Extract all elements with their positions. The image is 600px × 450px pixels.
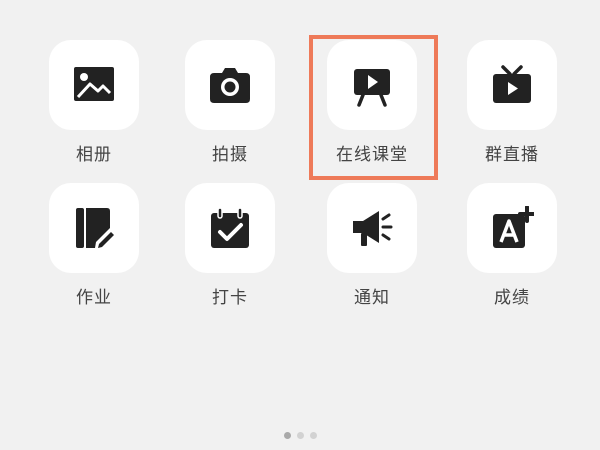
app-label: 群直播 (485, 145, 539, 165)
album-tile[interactable] (49, 40, 139, 130)
app-grid: 相册 拍摄 在线课堂 群直播 作业 打卡 通知 成绩 (0, 0, 600, 420)
app-item-online-classroom[interactable]: 在线课堂 (312, 40, 432, 180)
app-label: 打卡 (212, 288, 248, 308)
page-dot-active[interactable] (283, 432, 291, 439)
app-label: 成绩 (494, 288, 530, 308)
page-dot[interactable] (296, 432, 304, 439)
app-label: 作业 (76, 288, 112, 308)
check-in-tile[interactable] (185, 183, 275, 273)
app-item-grades[interactable]: 成绩 (452, 183, 572, 323)
photo-album-icon (74, 67, 114, 101)
app-item-notice[interactable]: 通知 (312, 183, 432, 323)
camera-icon (210, 68, 250, 103)
check-in-calendar-icon (211, 207, 249, 248)
group-live-tile[interactable] (467, 40, 557, 130)
app-label: 通知 (354, 288, 390, 308)
online-classroom-icon (354, 69, 390, 107)
camera-tile[interactable] (185, 40, 275, 130)
app-item-group-live[interactable]: 群直播 (452, 40, 572, 180)
homework-icon (76, 208, 114, 248)
notice-tile[interactable] (327, 183, 417, 273)
app-label: 拍摄 (212, 145, 248, 165)
app-label: 相册 (76, 145, 112, 165)
app-item-homework[interactable]: 作业 (34, 183, 154, 323)
page-indicator[interactable] (0, 432, 600, 444)
page-dot[interactable] (309, 432, 317, 439)
app-item-camera[interactable]: 拍摄 (170, 40, 290, 180)
online-classroom-tile[interactable] (327, 40, 417, 130)
app-item-check-in[interactable]: 打卡 (170, 183, 290, 323)
grades-icon (493, 206, 534, 248)
grades-tile[interactable] (467, 183, 557, 273)
app-item-album[interactable]: 相册 (34, 40, 154, 180)
announcement-megaphone-icon (353, 211, 393, 246)
app-label: 在线课堂 (336, 145, 408, 165)
group-live-tv-icon (493, 65, 531, 103)
homework-tile[interactable] (49, 183, 139, 273)
